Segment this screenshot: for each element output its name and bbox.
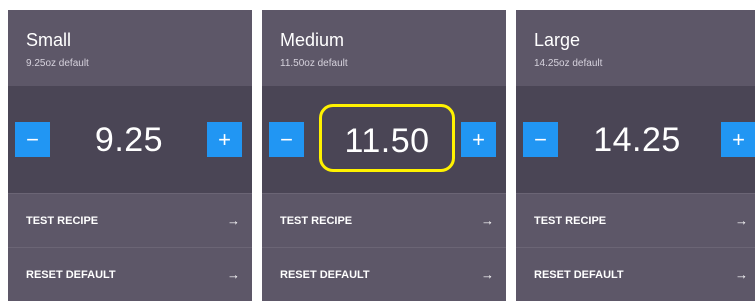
size-value: 9.25 — [94, 121, 164, 159]
arrow-right-icon: → — [481, 267, 494, 282]
size-default-text: 9.25oz default — [26, 58, 89, 69]
card-header: Large 14.25oz default — [516, 10, 755, 86]
increment-button[interactable]: + — [721, 122, 755, 157]
test-recipe-button[interactable]: TEST RECIPE → — [8, 193, 252, 247]
increment-button[interactable]: + — [207, 122, 242, 157]
decrement-button[interactable]: − — [523, 122, 558, 157]
reset-default-button[interactable]: RESET DEFAULT → — [262, 247, 506, 301]
minus-icon: − — [534, 127, 547, 152]
decrement-button[interactable]: − — [269, 122, 304, 157]
decrement-button[interactable]: − — [15, 122, 50, 157]
arrow-right-icon: → — [481, 213, 494, 228]
size-stepper: − 11.50 + — [262, 86, 506, 193]
size-title: Large — [534, 30, 581, 50]
minus-icon: − — [26, 127, 39, 152]
size-title: Medium — [280, 30, 345, 50]
size-value-highlighted: 11.50 — [319, 104, 455, 172]
arrow-right-icon: → — [227, 267, 240, 282]
reset-default-label: RESET DEFAULT — [280, 269, 370, 281]
reset-default-button[interactable]: RESET DEFAULT → — [516, 247, 755, 301]
test-recipe-button[interactable]: TEST RECIPE → — [262, 193, 506, 247]
test-recipe-button[interactable]: TEST RECIPE → — [516, 193, 755, 247]
reset-default-label: RESET DEFAULT — [534, 269, 624, 281]
test-recipe-label: TEST RECIPE — [26, 215, 99, 227]
size-default-text: 11.50oz default — [280, 58, 348, 69]
size-stepper: − 9.25 + — [8, 86, 252, 193]
portion-size-panels: Small 9.25oz default − 9.25 + TEST RECIP… — [0, 0, 755, 301]
arrow-right-icon: → — [735, 267, 748, 282]
test-recipe-label: TEST RECIPE — [534, 215, 607, 227]
card-header: Small 9.25oz default — [8, 10, 252, 86]
size-card-large: Large 14.25oz default − 14.25 + TEST REC… — [516, 10, 755, 301]
plus-icon: + — [732, 127, 745, 152]
size-card-medium: Medium 11.50oz default − 11.50 + TEST RE… — [262, 10, 506, 301]
size-stepper: − 14.25 + — [516, 86, 755, 193]
increment-button[interactable]: + — [461, 122, 496, 157]
minus-icon: − — [280, 127, 293, 152]
card-header: Medium 11.50oz default — [262, 10, 506, 86]
arrow-right-icon: → — [227, 213, 240, 228]
size-default-text: 14.25oz default — [534, 58, 603, 69]
plus-icon: + — [218, 127, 231, 152]
reset-default-button[interactable]: RESET DEFAULT → — [8, 247, 252, 301]
size-value: 14.25 — [593, 121, 681, 159]
size-card-small: Small 9.25oz default − 9.25 + TEST RECIP… — [8, 10, 252, 301]
plus-icon: + — [472, 127, 485, 152]
reset-default-label: RESET DEFAULT — [26, 269, 116, 281]
size-title: Small — [26, 30, 72, 50]
test-recipe-label: TEST RECIPE — [280, 215, 353, 227]
arrow-right-icon: → — [735, 213, 748, 228]
